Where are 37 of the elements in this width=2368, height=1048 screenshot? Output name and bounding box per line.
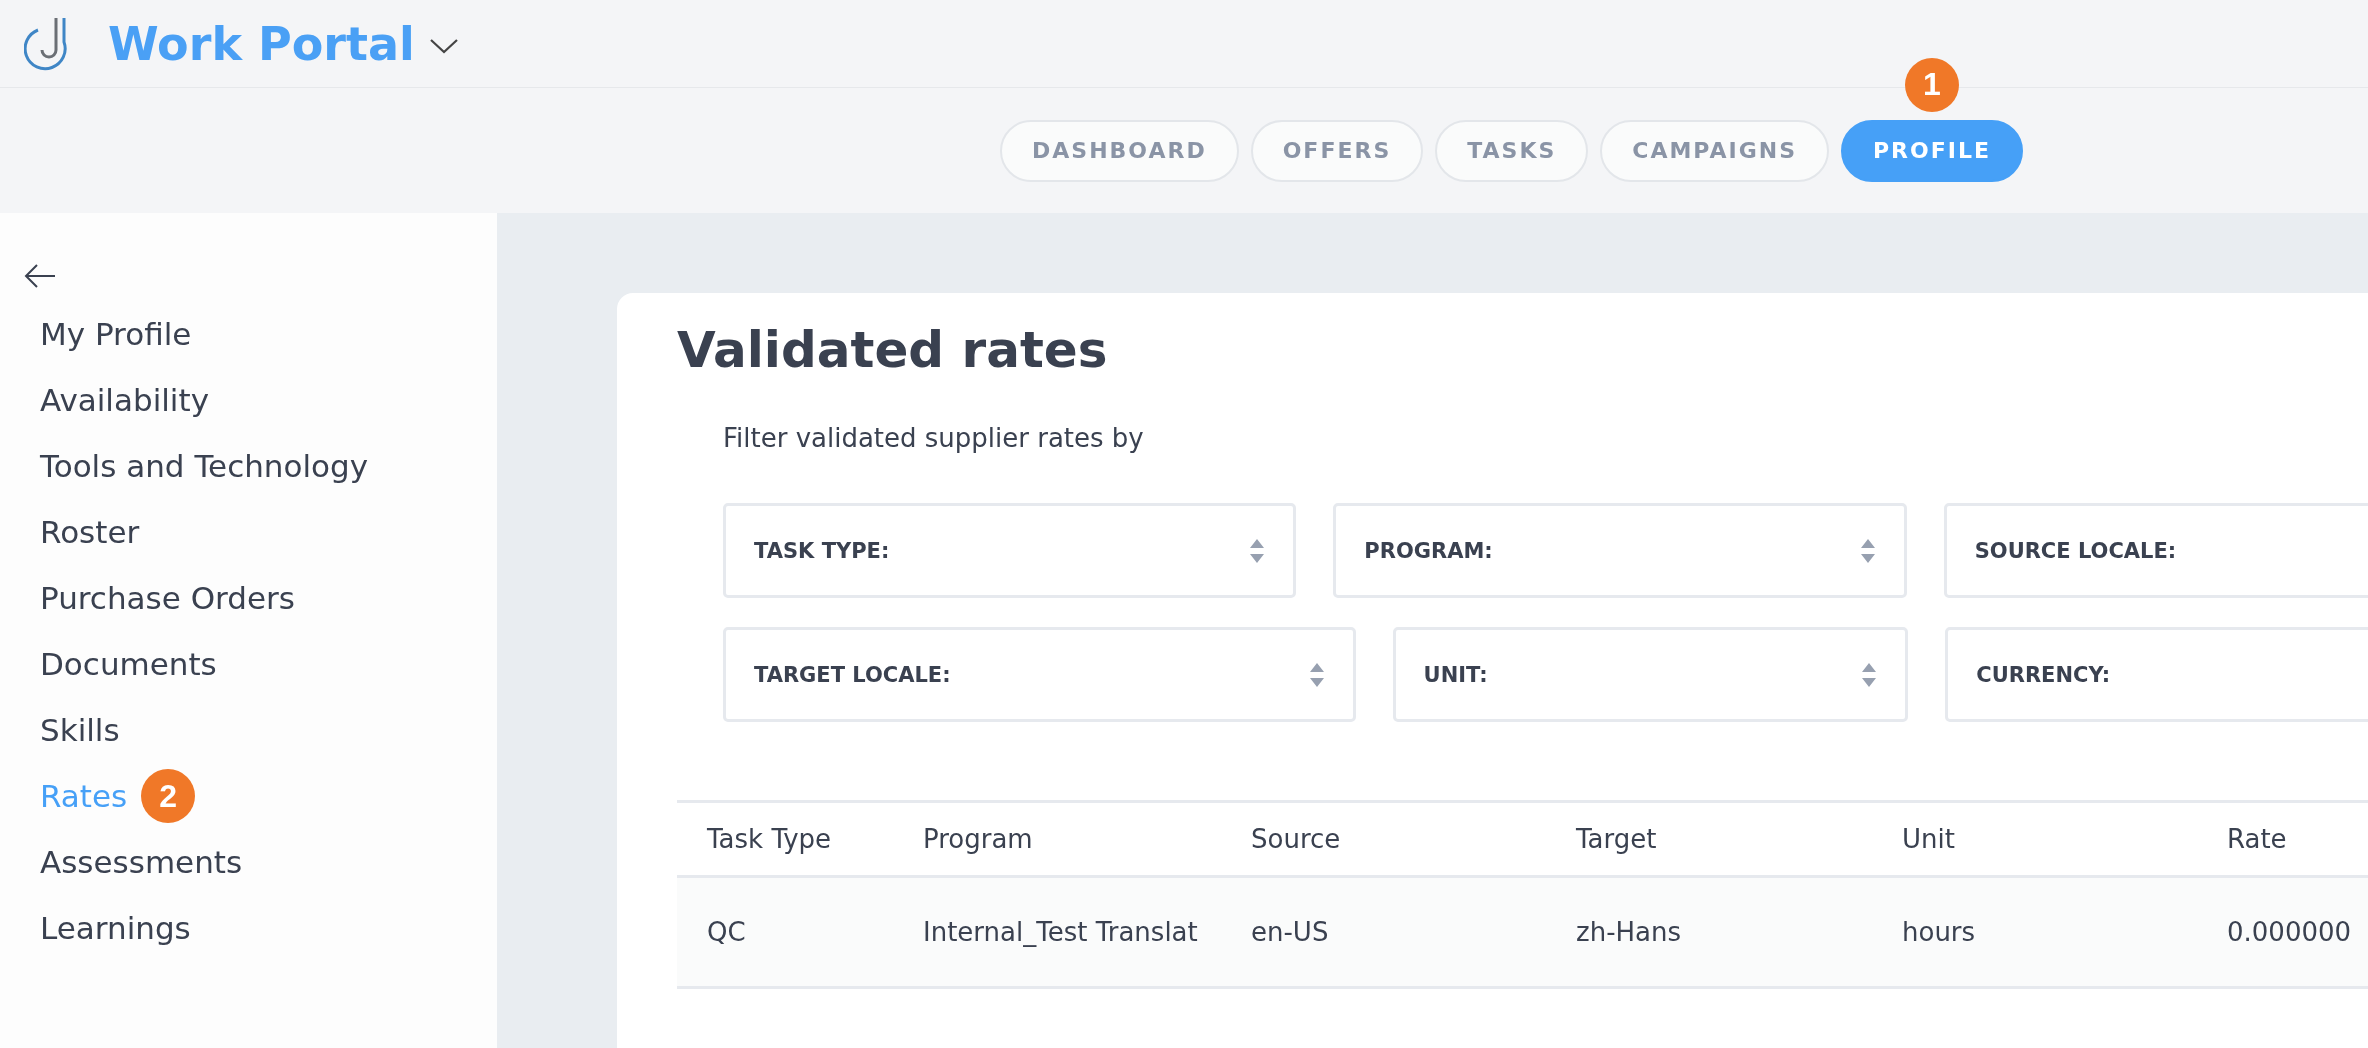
- step-badge: 1: [1905, 57, 1959, 112]
- sidebar-item[interactable]: Assessments: [40, 844, 243, 880]
- sidebar-item[interactable]: My Profile: [40, 316, 192, 352]
- column-header: Target: [1576, 824, 1658, 854]
- sidebar-item[interactable]: Purchase Orders: [40, 580, 295, 616]
- sidebar-item[interactable]: Availability: [40, 382, 209, 418]
- table-cell-text: 0.000000: [2227, 917, 2353, 947]
- filter-select[interactable]: PROGRAM:: [1333, 503, 1907, 598]
- sidebar-item[interactable]: Roster: [40, 514, 140, 550]
- column-header: Task Type: [706, 824, 833, 854]
- sidebar-item[interactable]: Documents: [40, 646, 217, 682]
- table-cell-text: Internal_Test Translat: [923, 917, 1199, 947]
- filter-select[interactable]: TASK TYPE:: [723, 503, 1297, 598]
- column-header: Rate: [2227, 824, 2288, 854]
- sort-arrows-icon: [1861, 661, 1878, 688]
- filter-description: Filter validated supplier rates by: [723, 423, 1145, 453]
- table-cell-text: en-US: [1251, 917, 1330, 947]
- filter-select[interactable]: UNIT:: [1392, 627, 1909, 722]
- chevron-down-icon[interactable]: [428, 37, 459, 54]
- page-title: Validated rates: [677, 321, 1109, 379]
- sidebar-item[interactable]: Learnings: [40, 910, 191, 946]
- table-cell-text: QC: [706, 917, 747, 947]
- column-header: Unit: [1902, 824, 1956, 854]
- filter-select[interactable]: SOURCE LOCALE:: [1943, 503, 2368, 598]
- back-arrow-icon[interactable]: [24, 263, 56, 289]
- sidebar-item[interactable]: Skills: [40, 712, 120, 748]
- sort-arrows-icon: [1859, 537, 1876, 564]
- column-header: Program: [923, 824, 1034, 854]
- sort-arrows-icon: [1308, 661, 1325, 688]
- sort-arrows-icon: [1249, 537, 1266, 564]
- filter-select[interactable]: CURRENCY:: [1945, 627, 2368, 722]
- step-badge: 2: [141, 769, 196, 823]
- table-cell-text: hours: [1902, 917, 1977, 947]
- column-header: Source: [1251, 824, 1342, 854]
- sidebar-item[interactable]: Tools and Technology: [40, 448, 369, 484]
- table-cell-text: zh-Hans: [1576, 917, 1682, 947]
- filter-select[interactable]: TARGET LOCALE:: [723, 627, 1356, 722]
